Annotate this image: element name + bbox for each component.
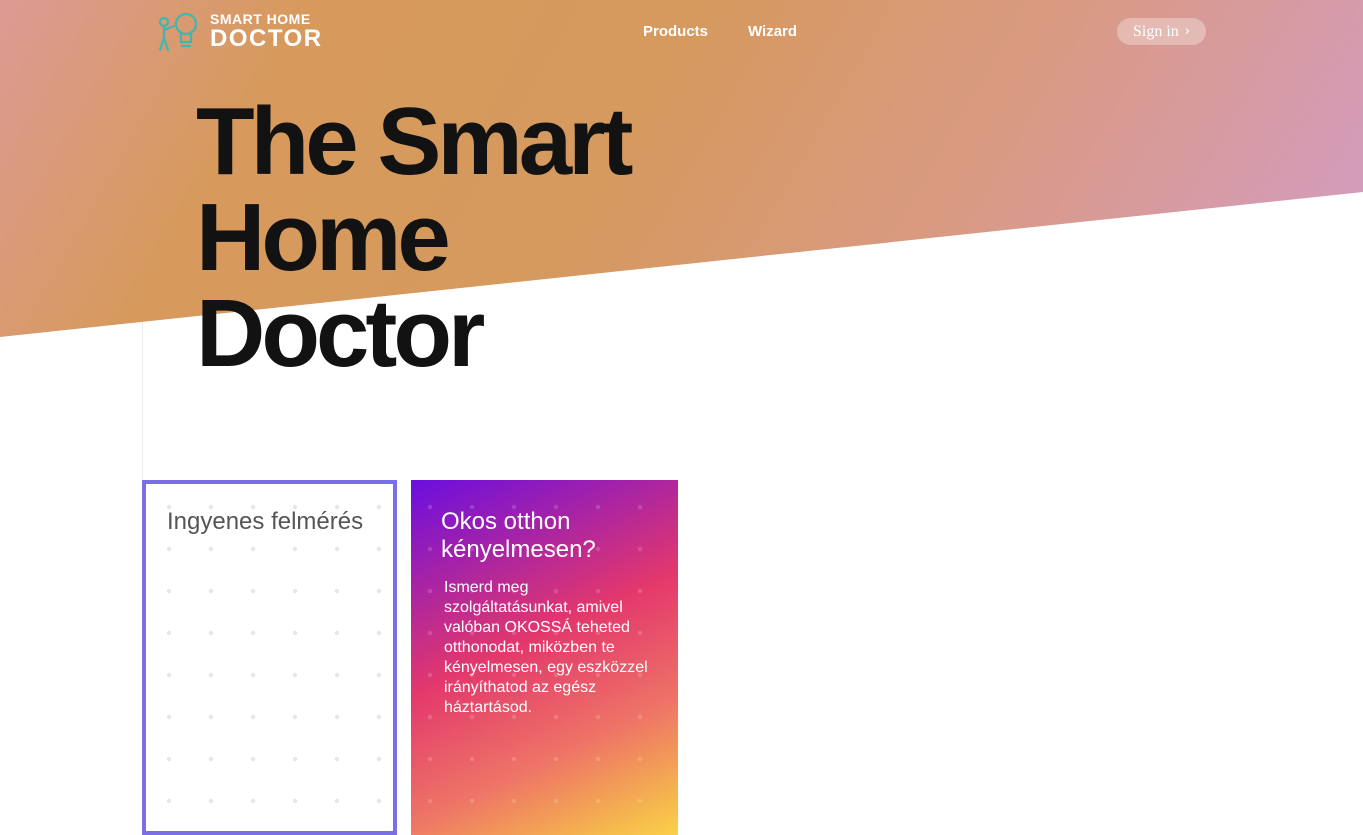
brand-name-line2: DOCTOR [210, 24, 323, 52]
sign-in-button[interactable]: Sign in › [1117, 18, 1206, 45]
layout-guide-line [142, 322, 143, 482]
card-title: Okos otthon kényelmesen? [441, 508, 596, 563]
hero-title-line: The Smart [196, 88, 633, 195]
nav-products-link[interactable]: Products [643, 23, 708, 40]
hero-title-line: Doctor [196, 280, 485, 387]
dot-pattern [146, 484, 393, 831]
smart-home-info-card[interactable]: Okos otthon kényelmesen? Ismerd meg szol… [411, 480, 678, 835]
lightbulb-logo-icon [158, 12, 198, 52]
brand-name-line1: SMART HOME [210, 10, 311, 27]
main-nav: Products Wizard [643, 23, 797, 40]
hero-title-line: Home [196, 184, 451, 291]
chevron-right-icon: › [1184, 24, 1190, 39]
free-survey-card[interactable]: Ingyenes felmérés [142, 480, 397, 835]
card-title: Ingyenes felmérés [167, 508, 364, 535]
card-description: Ismerd meg szolgáltatásunkat, amivel val… [444, 579, 648, 716]
brand-logo[interactable]: SMART HOME DOCTOR [156, 10, 323, 52]
sign-in-label: Sign in [1133, 22, 1179, 40]
hero-title: The Smart Home Doctor [196, 88, 633, 387]
nav-wizard-link[interactable]: Wizard [748, 23, 797, 40]
